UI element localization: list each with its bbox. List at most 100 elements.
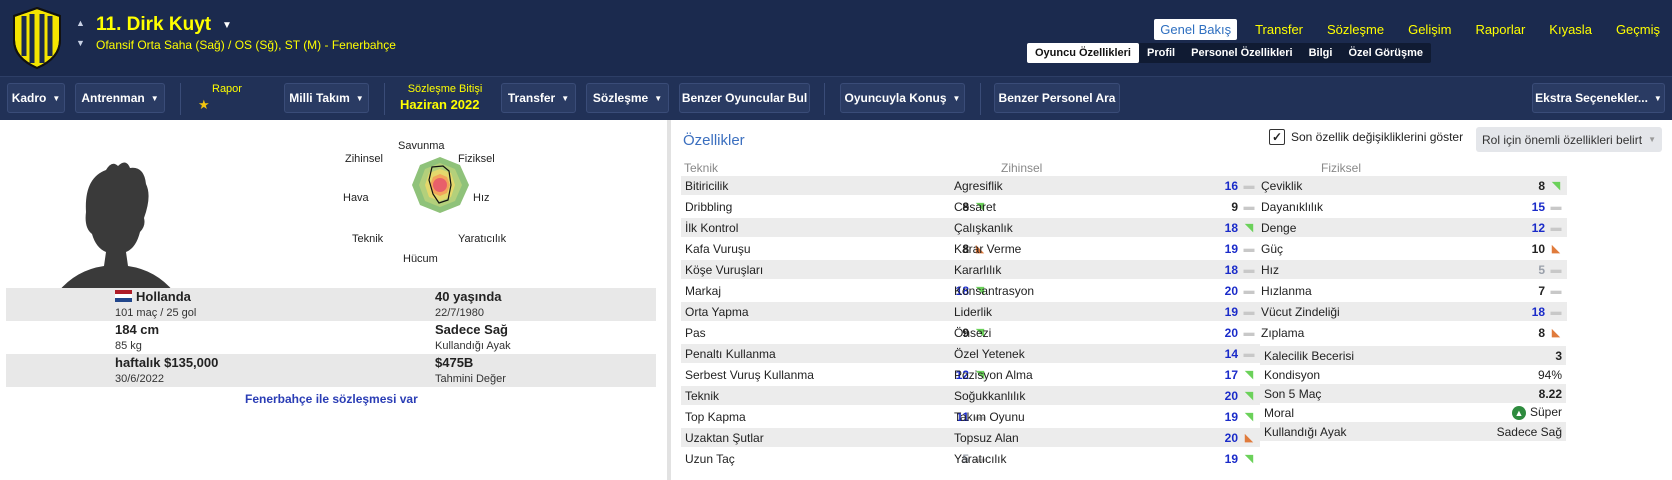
tab-gelisim[interactable]: Gelişim <box>1396 19 1463 40</box>
milli-takim-label: Milli Takım <box>289 91 350 105</box>
attribute-name: Takım Oyunu <box>954 409 1025 424</box>
attribute-row[interactable]: Köşe Vuruşları11◥ <box>681 260 991 279</box>
attribute-value: 17 <box>1224 367 1238 382</box>
attribute-row[interactable]: Cesaret 9 ▬ <box>950 197 1260 216</box>
attribute-row[interactable]: Denge 12 ▬ <box>1257 218 1567 237</box>
sozlesme-button[interactable]: Sözleşme ▼ <box>586 83 669 113</box>
attribute-row[interactable]: Penaltı Kullanma16▬ <box>681 344 991 363</box>
checkbox-checked-icon[interactable]: ✓ <box>1269 129 1285 145</box>
attribute-name: Dayanıklılık <box>1261 199 1324 214</box>
attribute-row[interactable]: Karar Verme 19 ▬ <box>950 239 1260 258</box>
attribute-name: Orta Yapma <box>685 304 749 319</box>
attribute-row[interactable]: Dayanıklılık 15 ▬ <box>1257 197 1567 216</box>
previous-player-arrow-icon[interactable]: ▲ <box>76 18 85 28</box>
tab-transfer[interactable]: Transfer <box>1243 19 1315 40</box>
kadro-button[interactable]: Kadro ▼ <box>7 83 65 113</box>
extra-stat-value: 3 <box>1555 348 1562 363</box>
attribute-row[interactable]: Uzaktan Şutlar6◥ <box>681 428 991 447</box>
attribute-row[interactable]: Agresiflik 16 ▬ <box>950 176 1260 195</box>
info-row-wage-value: haftalık $135,000 30/6/2022 $475B Tahmin… <box>6 354 656 387</box>
attribute-row[interactable]: Dribbling 8 ◥ <box>681 197 991 216</box>
attribute-row[interactable]: Bitiricilik9◥ <box>681 176 991 195</box>
attribute-row[interactable]: Serbest Vuruş Kullanma 12 ◥ <box>681 365 991 384</box>
benzer-personel-ara-button[interactable]: Benzer Personel Ara <box>994 83 1120 113</box>
attribute-value: 20 <box>1224 388 1238 403</box>
transfer-button[interactable]: Transfer ▼ <box>501 83 576 113</box>
chevron-down-icon: ▼ <box>1648 135 1656 144</box>
attribute-value: 8 <box>1538 325 1545 340</box>
extra-stat-row: Moral ▲ Süper <box>1260 403 1566 422</box>
attribute-row[interactable]: Liderlik 19 ▬ <box>950 302 1260 321</box>
attribute-row[interactable]: Yaratıcılık 19 ◥ <box>950 449 1260 468</box>
tab-genel-bakis[interactable]: Genel Bakış <box>1154 19 1238 40</box>
toolbar: Kadro ▼ Antrenman ▼ Rapor Milli Takım ▼ Söz… <box>0 76 1672 120</box>
ekstra-secenekler-button[interactable]: Ekstra Seçenekler... ▼ <box>1532 83 1665 113</box>
attribute-row[interactable]: Önsezi 20 ▬ <box>950 323 1260 342</box>
tab-raporlar[interactable]: Raporlar <box>1463 19 1537 40</box>
subtab-bilgi[interactable]: Bilgi <box>1301 43 1341 63</box>
radar-label-hiz: Hız <box>473 192 490 204</box>
trend-down-arrow-icon: ◣ <box>1551 327 1561 339</box>
attribute-row[interactable]: Top Kapma 11 ▬ <box>681 407 991 426</box>
player-name-dropdown-icon[interactable]: ▼ <box>222 20 232 31</box>
attribute-row[interactable]: Orta Yapma13◥ <box>681 302 991 321</box>
benzer-oyuncular-bul-button[interactable]: Benzer Oyuncular Bul <box>679 83 810 113</box>
subtab-ozel-gorusme[interactable]: Özel Görüşme <box>1340 43 1431 63</box>
attribute-row[interactable]: Konsantrasyon 20 ▬ <box>950 281 1260 300</box>
attribute-row[interactable]: Vücut Zindeliği 18 ▬ <box>1257 302 1567 321</box>
tab-kiyasla[interactable]: Kıyasla <box>1537 19 1604 40</box>
role-highlight-button[interactable]: Rol için önemli özellikleri belirt ▼ <box>1476 127 1662 152</box>
attribute-row[interactable]: Uzun Taç 5 ▬ <box>681 449 991 468</box>
benzer-personel-label: Benzer Personel Ara <box>998 91 1116 105</box>
show-changes-toggle[interactable]: ✓ Son özellik değişikliklerini göster <box>1269 129 1463 145</box>
attribute-row[interactable]: Hızlanma 7 ▬ <box>1257 281 1567 300</box>
contract-status-link[interactable]: Fenerbahçe ile sözleşmesi var <box>245 392 418 406</box>
extra-stat-name: Kalecilik Becerisi <box>1264 348 1355 363</box>
oyuncuyla-konus-button[interactable]: Oyuncuyla Konuş ▼ <box>840 83 965 113</box>
attribute-value: 7 <box>1538 283 1545 298</box>
attribute-row[interactable]: Güç 10 ◣ <box>1257 239 1567 258</box>
attribute-row[interactable]: Markaj 18 ◥ <box>681 281 991 300</box>
sozlesme-bitisi-value: Haziran 2022 <box>400 97 480 112</box>
attribute-row[interactable]: Hız 5 ▬ <box>1257 260 1567 279</box>
next-player-arrow-icon[interactable]: ▼ <box>76 38 85 48</box>
antrenman-button[interactable]: Antrenman ▼ <box>75 83 165 113</box>
attribute-row[interactable]: Zıplama 8 ◣ <box>1257 323 1567 342</box>
attribute-name: Topsuz Alan <box>954 430 1019 445</box>
attribute-row[interactable]: Çeviklik 8 ◥ <box>1257 176 1567 195</box>
subtab-oyuncu-ozellikleri[interactable]: Oyuncu Özellikleri <box>1027 43 1139 63</box>
attribute-name: Agresiflik <box>954 178 1003 193</box>
extra-stat-name: Son 5 Maç <box>1264 386 1322 401</box>
attribute-value: 12 <box>1531 220 1545 235</box>
attribute-name: Soğukkanlılık <box>954 388 1026 403</box>
attribute-row[interactable]: Kafa Vuruşu 8 ◣ <box>681 239 991 258</box>
attribute-row[interactable]: İlk Kontrol10◥ <box>681 218 991 237</box>
milli-takim-button[interactable]: Milli Takım ▼ <box>284 83 369 113</box>
attribute-row[interactable]: Kararlılık 18 ▬ <box>950 260 1260 279</box>
attribute-name: Serbest Vuruş Kullanma <box>685 367 814 382</box>
morale-text: Süper <box>1529 405 1562 419</box>
tab-gecmis[interactable]: Geçmiş <box>1604 19 1672 40</box>
attribute-row[interactable]: Çalışkanlık 18 ◥ <box>950 218 1260 237</box>
trend-flat-dash-icon: ▬ <box>1243 347 1255 360</box>
attribute-row[interactable]: Pozisyon Alma 17 ◥ <box>950 365 1260 384</box>
tab-sozlesme[interactable]: Sözleşme <box>1315 19 1396 40</box>
extra-stat-name: Kullandığı Ayak <box>1264 424 1347 439</box>
attribute-value: 14 <box>1224 346 1238 361</box>
attribute-row[interactable]: Özel Yetenek 14 ▬ <box>950 344 1260 363</box>
player-name: 11. Dirk Kuyt <box>96 14 212 35</box>
radar-label-hava: Hava <box>343 192 369 204</box>
attribute-row[interactable]: Pas 9 ◥ <box>681 323 991 342</box>
toolbar-divider <box>180 83 181 115</box>
attribute-name: Zıplama <box>1261 325 1305 340</box>
attribute-row[interactable]: Soğukkanlılık 20 ◥ <box>950 386 1260 405</box>
subtab-profil[interactable]: Profil <box>1139 43 1183 63</box>
attribute-row[interactable]: Teknik14◥ <box>681 386 991 405</box>
attribute-row[interactable]: Topsuz Alan 20 ◣ <box>950 428 1260 447</box>
attribute-name: Top Kapma <box>685 409 746 424</box>
netherlands-flag-icon <box>115 290 132 302</box>
subtab-personel-ozellikleri[interactable]: Personel Özellikleri <box>1183 43 1301 63</box>
show-changes-label: Son özellik değişikliklerini göster <box>1291 130 1464 144</box>
attribute-row[interactable]: Takım Oyunu 19 ◥ <box>950 407 1260 426</box>
attribute-value: 9 <box>1231 199 1238 214</box>
